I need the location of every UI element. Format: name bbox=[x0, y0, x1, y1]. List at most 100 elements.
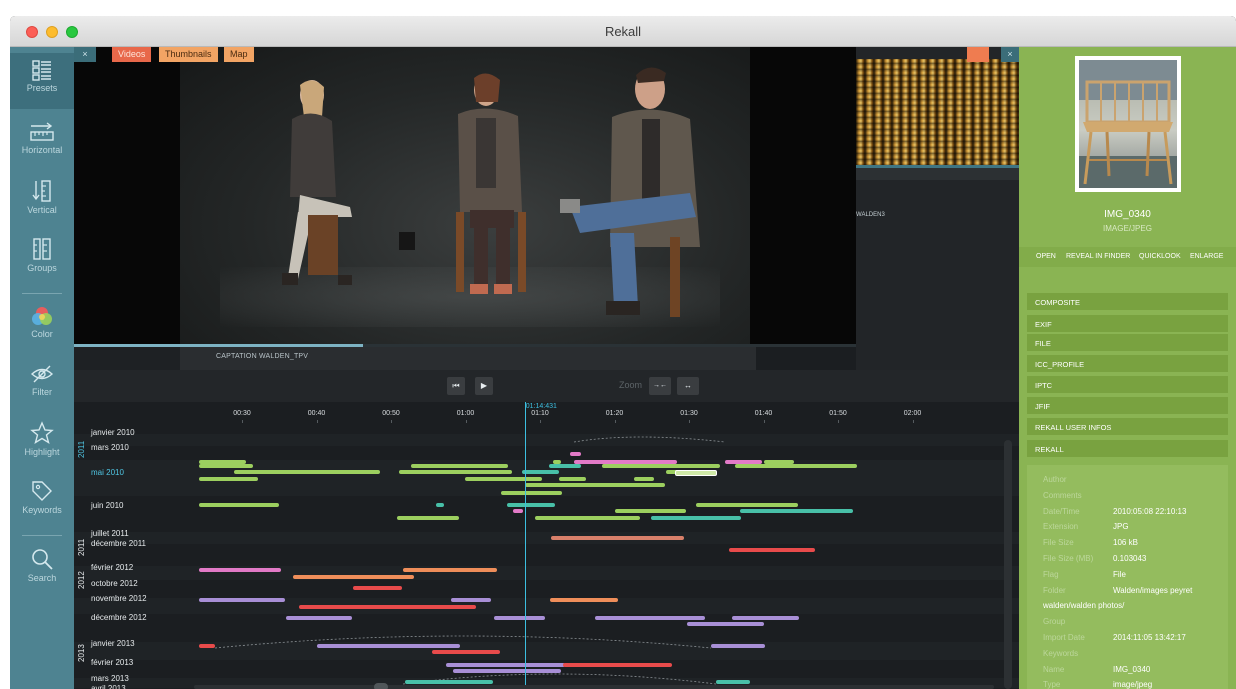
section-composite[interactable]: COMPOSITE bbox=[1027, 293, 1228, 311]
timeline-event-bar[interactable] bbox=[716, 680, 750, 684]
skip-back-button[interactable]: ⏮ bbox=[447, 377, 465, 395]
timeline-event-bar[interactable] bbox=[465, 477, 542, 481]
timeline-event-bar[interactable] bbox=[199, 464, 253, 468]
quicklook-button[interactable]: QUICKLOOK bbox=[1139, 253, 1181, 260]
thumbnail-tab[interactable] bbox=[967, 47, 989, 62]
timeline-event-bar[interactable] bbox=[549, 464, 581, 468]
timeline-event-bar[interactable] bbox=[405, 680, 493, 684]
timeline-event-bar[interactable] bbox=[453, 669, 561, 673]
tool-presets[interactable]: Presets bbox=[10, 53, 74, 109]
playhead[interactable] bbox=[524, 402, 526, 689]
timeline-event-bar[interactable] bbox=[563, 663, 672, 667]
timeline-event-bar[interactable] bbox=[696, 503, 798, 507]
timeline-event-bar[interactable] bbox=[550, 598, 618, 602]
timeline-event-bar[interactable] bbox=[199, 598, 285, 602]
tool-horizontal[interactable]: Horizontal bbox=[10, 115, 74, 171]
enlarge-button[interactable]: ENLARGE bbox=[1190, 253, 1223, 260]
timeline-event-bar[interactable] bbox=[732, 616, 799, 620]
timeline-event-bar[interactable] bbox=[411, 464, 508, 468]
timeline-event-bar[interactable] bbox=[513, 509, 523, 513]
timeline-event-bar[interactable] bbox=[317, 644, 460, 648]
metadata-value[interactable]: IMG_0340 bbox=[1113, 665, 1150, 674]
timeline-event-bar-selected[interactable] bbox=[675, 470, 717, 476]
metadata-value[interactable]: Walden/images peyret bbox=[1113, 586, 1192, 595]
metadata-value[interactable]: JPG bbox=[1113, 522, 1129, 531]
timeline-event-bar[interactable] bbox=[711, 644, 765, 648]
section-rekall[interactable]: REKALL bbox=[1027, 440, 1228, 458]
timeline-event-bar[interactable] bbox=[522, 470, 559, 474]
timeline-event-bar[interactable] bbox=[403, 568, 497, 572]
timeline-event-bar[interactable] bbox=[740, 509, 853, 513]
timeline-event-bar[interactable] bbox=[602, 464, 720, 468]
tool-highlight[interactable]: Highlight bbox=[10, 415, 74, 471]
timeline-event-bar[interactable] bbox=[729, 548, 815, 552]
timeline-event-bar[interactable] bbox=[559, 477, 586, 481]
timeline-event-bar[interactable] bbox=[353, 586, 402, 590]
timeline-event-bar[interactable] bbox=[397, 516, 459, 520]
section-jfif[interactable]: JFIF bbox=[1027, 397, 1228, 415]
timeline-event-bar[interactable] bbox=[199, 477, 258, 481]
metadata-value[interactable]: image/jpeg bbox=[1113, 680, 1152, 689]
close-thumbnail-button[interactable]: × bbox=[1001, 47, 1019, 62]
timeline-event-bar[interactable] bbox=[199, 568, 281, 572]
metadata-value[interactable]: 106 kB bbox=[1113, 538, 1138, 547]
timeline-event-bar[interactable] bbox=[525, 483, 665, 487]
timeline-event-bar[interactable] bbox=[446, 663, 565, 667]
tool-filter[interactable]: Filter bbox=[10, 357, 74, 413]
zoom-in-button[interactable]: →← bbox=[649, 377, 671, 395]
timeline-event-bar[interactable] bbox=[570, 452, 581, 456]
section-icc-profile[interactable]: ICC_PROFILE bbox=[1027, 355, 1228, 373]
thumbnail-image[interactable] bbox=[856, 59, 1019, 166]
tab-thumbnails[interactable]: Thumbnails bbox=[159, 47, 218, 62]
metadata-value[interactable]: 2014:11:05 13:42:17 bbox=[1113, 633, 1186, 642]
timeline-event-bar[interactable] bbox=[551, 536, 684, 540]
timeline-event-bar[interactable] bbox=[535, 516, 640, 520]
section-exif[interactable]: EXIF bbox=[1027, 315, 1228, 333]
section-file[interactable]: FILE bbox=[1027, 334, 1228, 352]
timeline-event-bar[interactable] bbox=[634, 477, 654, 481]
metadata-value[interactable]: walden/walden photos/ bbox=[1043, 601, 1124, 610]
play-button[interactable]: ▶ bbox=[475, 377, 493, 395]
zoom-out-button[interactable]: ↔ bbox=[677, 377, 699, 395]
timeline-event-bar[interactable] bbox=[234, 470, 380, 474]
reveal-in-finder-button[interactable]: REVEAL IN FINDER bbox=[1066, 253, 1130, 260]
timeline-event-bar[interactable] bbox=[595, 616, 705, 620]
video-frame[interactable] bbox=[180, 47, 750, 345]
timeline-event-bar[interactable] bbox=[436, 503, 444, 507]
document-preview[interactable] bbox=[1075, 56, 1181, 192]
timeline-event-bar[interactable] bbox=[293, 575, 414, 579]
timeline-event-bar[interactable] bbox=[199, 644, 215, 648]
metadata-value[interactable]: 0.103043 bbox=[1113, 554, 1146, 563]
timeline-event-bar[interactable] bbox=[286, 616, 352, 620]
tool-color[interactable]: Color bbox=[10, 299, 74, 355]
tool-search[interactable]: Search bbox=[10, 541, 74, 597]
timeline-event-bar[interactable] bbox=[507, 503, 555, 507]
timeline[interactable]: 00:30 00:40 00:50 01:00 01:10 01:20 01:30 01:40… bbox=[74, 402, 1019, 689]
timeline-event-bar[interactable] bbox=[399, 470, 512, 474]
tab-map[interactable]: Map bbox=[224, 47, 254, 62]
scrollbar-thumb[interactable] bbox=[374, 683, 388, 689]
timeline-event-bar[interactable] bbox=[501, 491, 562, 495]
close-viewer-button[interactable]: × bbox=[74, 47, 96, 62]
timeline-horizontal-scrollbar[interactable] bbox=[194, 683, 994, 689]
video-person-left bbox=[282, 80, 352, 285]
section-rekall-user-infos[interactable]: REKALL USER INFOS bbox=[1027, 418, 1228, 436]
tool-groups[interactable]: Groups bbox=[10, 231, 74, 287]
open-button[interactable]: OPEN bbox=[1036, 253, 1056, 260]
section-iptc[interactable]: IPTC bbox=[1027, 376, 1228, 394]
timeline-event-bar[interactable] bbox=[615, 509, 686, 513]
timeline-event-bar[interactable] bbox=[651, 516, 741, 520]
timeline-vertical-scrollbar[interactable] bbox=[1004, 440, 1012, 689]
timeline-event-bar[interactable] bbox=[299, 605, 476, 609]
timeline-event-bar[interactable] bbox=[735, 464, 857, 468]
tab-videos[interactable]: Videos bbox=[112, 47, 152, 62]
timeline-event-bar[interactable] bbox=[199, 503, 279, 507]
tool-vertical[interactable]: Vertical bbox=[10, 173, 74, 229]
timeline-event-bar[interactable] bbox=[494, 616, 545, 620]
timeline-event-bar[interactable] bbox=[451, 598, 491, 602]
timeline-event-bar[interactable] bbox=[687, 622, 764, 626]
metadata-value[interactable]: File bbox=[1113, 570, 1126, 579]
metadata-value[interactable]: 2010:05:08 22:10:13 bbox=[1113, 507, 1186, 516]
tool-keywords[interactable]: Keywords bbox=[10, 473, 74, 529]
timeline-event-bar[interactable] bbox=[432, 650, 500, 654]
